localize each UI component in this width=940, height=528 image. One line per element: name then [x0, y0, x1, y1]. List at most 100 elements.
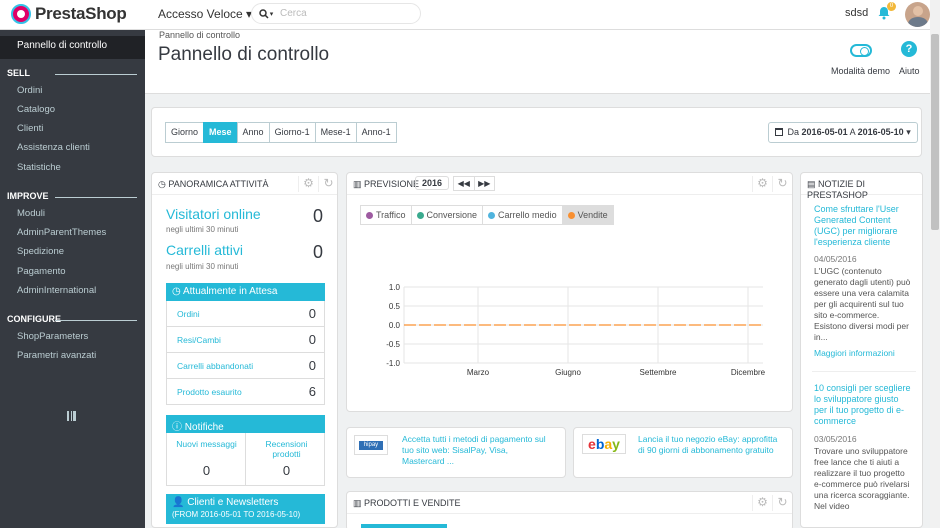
online-visitors-link[interactable]: Visitatori online [166, 206, 261, 222]
search-box: ▾ [251, 3, 421, 24]
news-more-link[interactable]: Maggiori informazioni [814, 348, 895, 358]
notifications-box: Nuovi messaggi 0 Recensioni prodotti 0 [166, 433, 325, 486]
news-item-text: L'UGC (contenuto generato dagli utenti) … [814, 266, 911, 342]
date-btn-prev-year[interactable]: Anno-1 [355, 122, 397, 143]
online-visitors-sub: negli ultimi 30 minuti [166, 225, 239, 234]
legend-conversion[interactable]: Conversione [412, 206, 484, 224]
config-gear-icon[interactable]: ⚙ [298, 176, 318, 192]
table-row: Carrelli abbandonati 0 [166, 353, 325, 379]
abandoned-carts-link[interactable]: Carrelli abbandonati [177, 361, 253, 371]
refresh-icon[interactable]: ↻ [772, 495, 792, 511]
bar-chart-icon: ▥ [353, 498, 362, 508]
products-panel-header: ▥ Prodotti e vendite [347, 492, 792, 514]
conversion-dot-icon [416, 212, 424, 219]
page-title: Pannello di controllo [158, 44, 330, 65]
legend-sales[interactable]: Vendite [562, 206, 613, 224]
date-btn-month[interactable]: Mese [203, 122, 238, 143]
config-gear-icon[interactable]: ⚙ [752, 176, 772, 192]
refresh-icon[interactable]: ↻ [772, 176, 792, 192]
out-of-stock-link[interactable]: Prodotto esaurito [177, 387, 242, 397]
legend-traffic[interactable]: Traffico [361, 206, 412, 224]
hipay-logo-icon: hipay [354, 435, 388, 455]
promo-ebay[interactable]: ebay Lancia il tuo negozio eBay: approfi… [573, 427, 793, 478]
shop-name[interactable]: sdsd [845, 7, 868, 19]
news-item-date: 03/05/2016 [814, 434, 857, 444]
sidebar-item-catalog[interactable]: Catalogo [17, 104, 55, 115]
prestashop-logo[interactable]: PrestaShop [11, 4, 127, 24]
date-range-picker[interactable]: Da 2016-05-01 A 2016-05-10 ▾ [768, 122, 918, 143]
config-gear-icon[interactable]: ⚙ [752, 495, 772, 511]
prev-year-icon[interactable]: ◀◀ [454, 177, 475, 190]
pending-orders-link[interactable]: Ordini [177, 309, 200, 319]
sidebar-item-international[interactable]: AdminInternational [17, 285, 96, 296]
date-btn-prev-day[interactable]: Giorno-1 [268, 122, 316, 143]
forecast-chart: 1.0 0.5 0.0 -0.5 -1.0 Marzo Giugno Settembre Dic… [386, 283, 766, 377]
products-tab[interactable] [361, 524, 447, 528]
sidebar-item-shipping[interactable]: Spedizione [17, 246, 64, 257]
ebay-logo-icon: ebay [582, 434, 626, 454]
sidebar-item-modules[interactable]: Moduli [17, 208, 45, 219]
news-item-title[interactable]: 10 consigli per scegliere lo sviluppator… [814, 383, 914, 427]
sidebar-item-dashboard[interactable]: Pannello di controllo [0, 36, 145, 59]
notification-count-badge: 0 [887, 2, 896, 11]
help-icon[interactable]: ? [901, 41, 917, 57]
date-btn-year[interactable]: Anno [236, 122, 270, 143]
x-tick-label: Marzo [467, 368, 490, 377]
y-tick-label: 1.0 [389, 283, 401, 292]
sidebar-section-sell: SELL [0, 68, 145, 78]
sidebar-item-orders[interactable]: Ordini [17, 85, 42, 96]
sidebar-item-shop-parameters[interactable]: ShopParameters [17, 331, 88, 342]
active-carts-link[interactable]: Carrelli attivi [166, 242, 243, 258]
date-btn-prev-month[interactable]: Mese-1 [314, 122, 357, 143]
sidebar-item-payment[interactable]: Pagamento [17, 266, 66, 277]
news-item-title[interactable]: Come sfruttare l'User Generated Content … [814, 204, 914, 248]
employee-avatar[interactable] [905, 2, 930, 27]
sidebar-item-themes[interactable]: AdminParentThemes [17, 227, 106, 238]
product-reviews-cell[interactable]: Recensioni prodotti 0 [247, 433, 326, 485]
refresh-icon[interactable]: ↻ [318, 176, 338, 192]
sidebar: Pannello di controllo SELL Ordini Catalo… [0, 30, 145, 528]
active-carts-sub: negli ultimi 30 minuti [166, 262, 239, 271]
table-row: Resi/Cambi 0 [166, 327, 325, 353]
date-preset-group: Giorno Mese Anno Giorno-1 Mese-1 Anno-1 [165, 122, 397, 143]
info-icon: ⓘ [172, 422, 182, 433]
bar-chart-icon: ▥ [353, 179, 362, 189]
sidebar-section-improve: IMPROVE [0, 191, 145, 201]
clock-icon: ◷ [172, 286, 181, 297]
sidebar-collapse-icon[interactable] [67, 411, 76, 421]
demo-mode-button[interactable]: Modalità demo [831, 66, 890, 76]
table-row: Prodotto esaurito 6 [166, 379, 325, 405]
date-btn-day[interactable]: Giorno [165, 122, 205, 143]
sales-dot-icon [567, 212, 575, 219]
next-year-icon[interactable]: ▶▶ [475, 177, 495, 190]
x-tick-label: Dicembre [731, 368, 766, 377]
sidebar-item-customers[interactable]: Clienti [17, 123, 43, 134]
news-icon: ▤ [807, 179, 816, 189]
active-carts-value: 0 [313, 242, 324, 262]
year-nav: ◀◀ ▶▶ [453, 176, 495, 191]
help-button[interactable]: Aiuto [899, 66, 920, 76]
forecast-panel-header: ▥ Previsione [347, 173, 792, 195]
table-row: Ordini 0 [166, 301, 325, 327]
news-item-date: 04/05/2016 [814, 254, 857, 264]
chart-legend: Traffico Conversione Carrello medio Vend… [360, 205, 614, 225]
news-panel-header: ▤ Notizie di PrestaShop [801, 173, 922, 200]
pending-returns-link[interactable]: Resi/Cambi [177, 335, 221, 345]
search-input[interactable] [280, 8, 410, 19]
sidebar-item-stats[interactable]: Statistiche [17, 162, 61, 173]
calendar-icon [775, 128, 783, 136]
y-tick-label: 0.5 [389, 302, 401, 311]
page-header: Pannello di controllo Pannello di contro… [145, 30, 930, 94]
products-sales-panel: ▥ Prodotti e vendite ⚙ ↻ [346, 491, 793, 528]
new-messages-cell[interactable]: Nuovi messaggi 0 [167, 433, 246, 485]
quick-access-dropdown[interactable]: Accesso Veloce ▾ [158, 7, 252, 21]
scrollbar-thumb[interactable] [931, 34, 939, 230]
legend-average-cart[interactable]: Carrello medio [483, 206, 563, 224]
sidebar-item-customer-service[interactable]: Assistenza clienti [17, 142, 90, 153]
news-item-text: Trovare uno sviluppatore free lance che … [814, 446, 910, 511]
promo-hipay[interactable]: hipay Accetta tutti i metodi di pagament… [346, 427, 566, 478]
breadcrumb[interactable]: Pannello di controllo [159, 30, 240, 40]
toggle-icon[interactable] [850, 44, 872, 57]
search-scope-button[interactable]: ▾ [252, 4, 280, 23]
sidebar-item-advanced-parameters[interactable]: Parametri avanzati [17, 350, 96, 361]
